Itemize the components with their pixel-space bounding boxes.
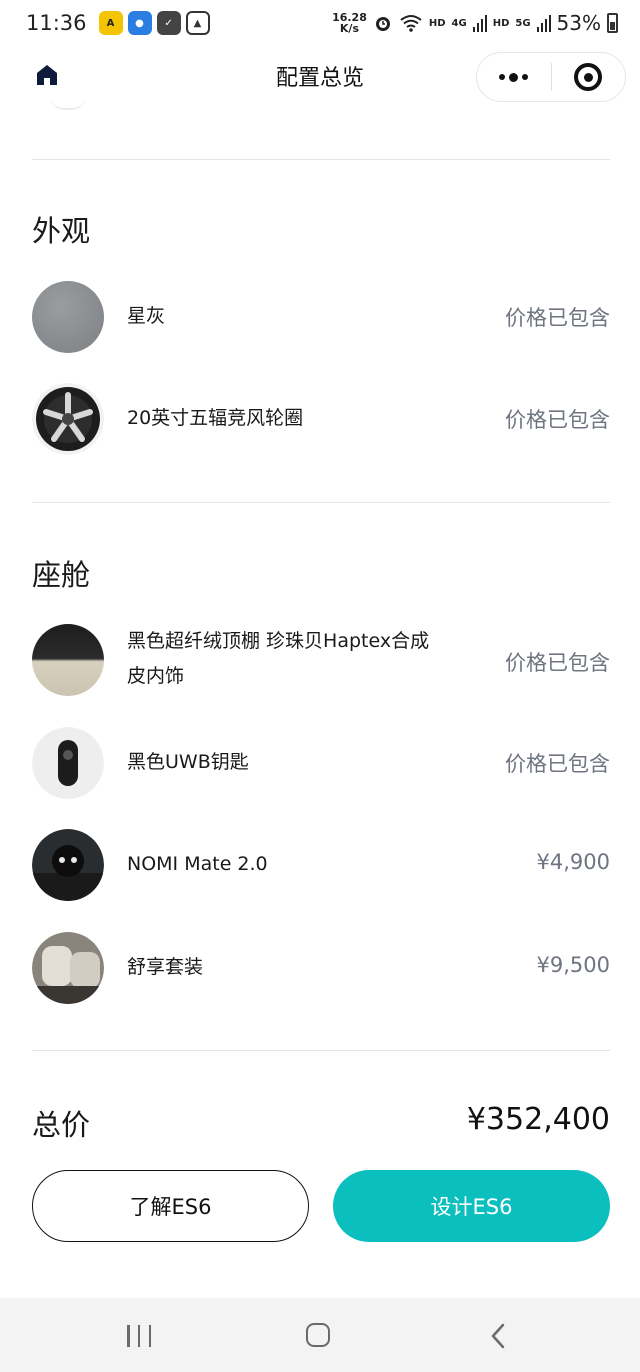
item-name: 黑色超纤绒顶棚 珍珠贝Haptex合成皮内饰 [127,630,430,687]
item-name: 星灰 [127,305,166,327]
seat-thumbnail [32,932,104,1004]
more-icon [499,72,529,82]
recent-apps-icon[interactable] [127,1325,151,1347]
item-price: 价格已包含 [505,408,610,432]
more-button[interactable] [477,53,551,101]
section-title-exterior: 外观 [32,214,91,248]
nomi-thumbnail [32,829,104,901]
list-item: 舒享套装 ¥9,500 [32,932,610,1004]
hd-label-1: HD [428,17,446,29]
interior-thumbnail [32,624,104,696]
item-price: 价格已包含 [505,651,610,675]
scrolled-item-edge [50,96,86,110]
list-item: 20英寸五辐竞风轮圈 价格已包含 [32,383,610,455]
divider [32,1050,610,1051]
learn-es6-button[interactable]: 了解ES6 [32,1170,309,1242]
back-icon[interactable] [488,1322,508,1350]
list-item: 黑色超纤绒顶棚 珍珠贝Haptex合成皮内饰 价格已包含 [32,624,610,696]
divider [32,159,610,160]
hd-label-2: HD [492,17,510,29]
check-notification-icon: ✓ [156,11,181,35]
divider [32,502,610,503]
item-name: 舒享套装 [127,956,204,978]
miniprogram-capsule [476,52,626,102]
total-label: 总价 [32,1108,91,1142]
app-notification-icon: A [98,11,123,35]
wifi-icon [400,15,422,32]
item-name: 20英寸五辐竞风轮圈 [127,407,304,429]
list-item: 黑色UWB钥匙 价格已包含 [32,727,610,799]
nav-bar: 配置总览 [0,48,640,104]
home-button-icon[interactable] [306,1323,330,1347]
network-type-2: 5G [515,17,531,29]
signal-icon [472,15,487,32]
item-price: ¥9,500 [536,953,610,977]
target-icon [574,63,603,91]
color-swatch-thumbnail [32,281,104,353]
item-price: 价格已包含 [505,306,610,330]
network-type-1: 4G [451,17,467,29]
close-miniprogram-button[interactable] [552,53,626,101]
alarm-icon [375,17,390,31]
list-item: NOMI Mate 2.0 ¥4,900 [32,829,610,901]
status-time: 11:36 [26,11,87,35]
battery-percent: 53% [556,11,601,35]
total-price: ¥352,400 [466,1102,610,1137]
item-name: 黑色UWB钥匙 [127,751,249,773]
item-price: 价格已包含 [505,752,610,776]
image-notification-icon: ▲ [185,11,210,35]
battery-icon [607,13,618,33]
section-title-cabin: 座舱 [32,558,91,592]
car-app-notification-icon: ● [127,11,152,35]
key-thumbnail [32,727,104,799]
item-name: NOMI Mate 2.0 [127,853,268,875]
list-item: 星灰 价格已包含 [32,281,610,353]
wheel-thumbnail [32,383,104,455]
network-speed: 16.28 K/s [332,12,367,34]
item-price: ¥4,900 [536,850,610,874]
speed-unit: K/s [339,22,359,35]
design-es6-button[interactable]: 设计ES6 [333,1170,610,1242]
system-navigation-bar [0,1298,640,1372]
status-bar: 11:36 A ● ✓ ▲ 16.28 K/s HD 4G HD 5G 53% [0,0,640,46]
signal-icon-2 [536,15,551,32]
